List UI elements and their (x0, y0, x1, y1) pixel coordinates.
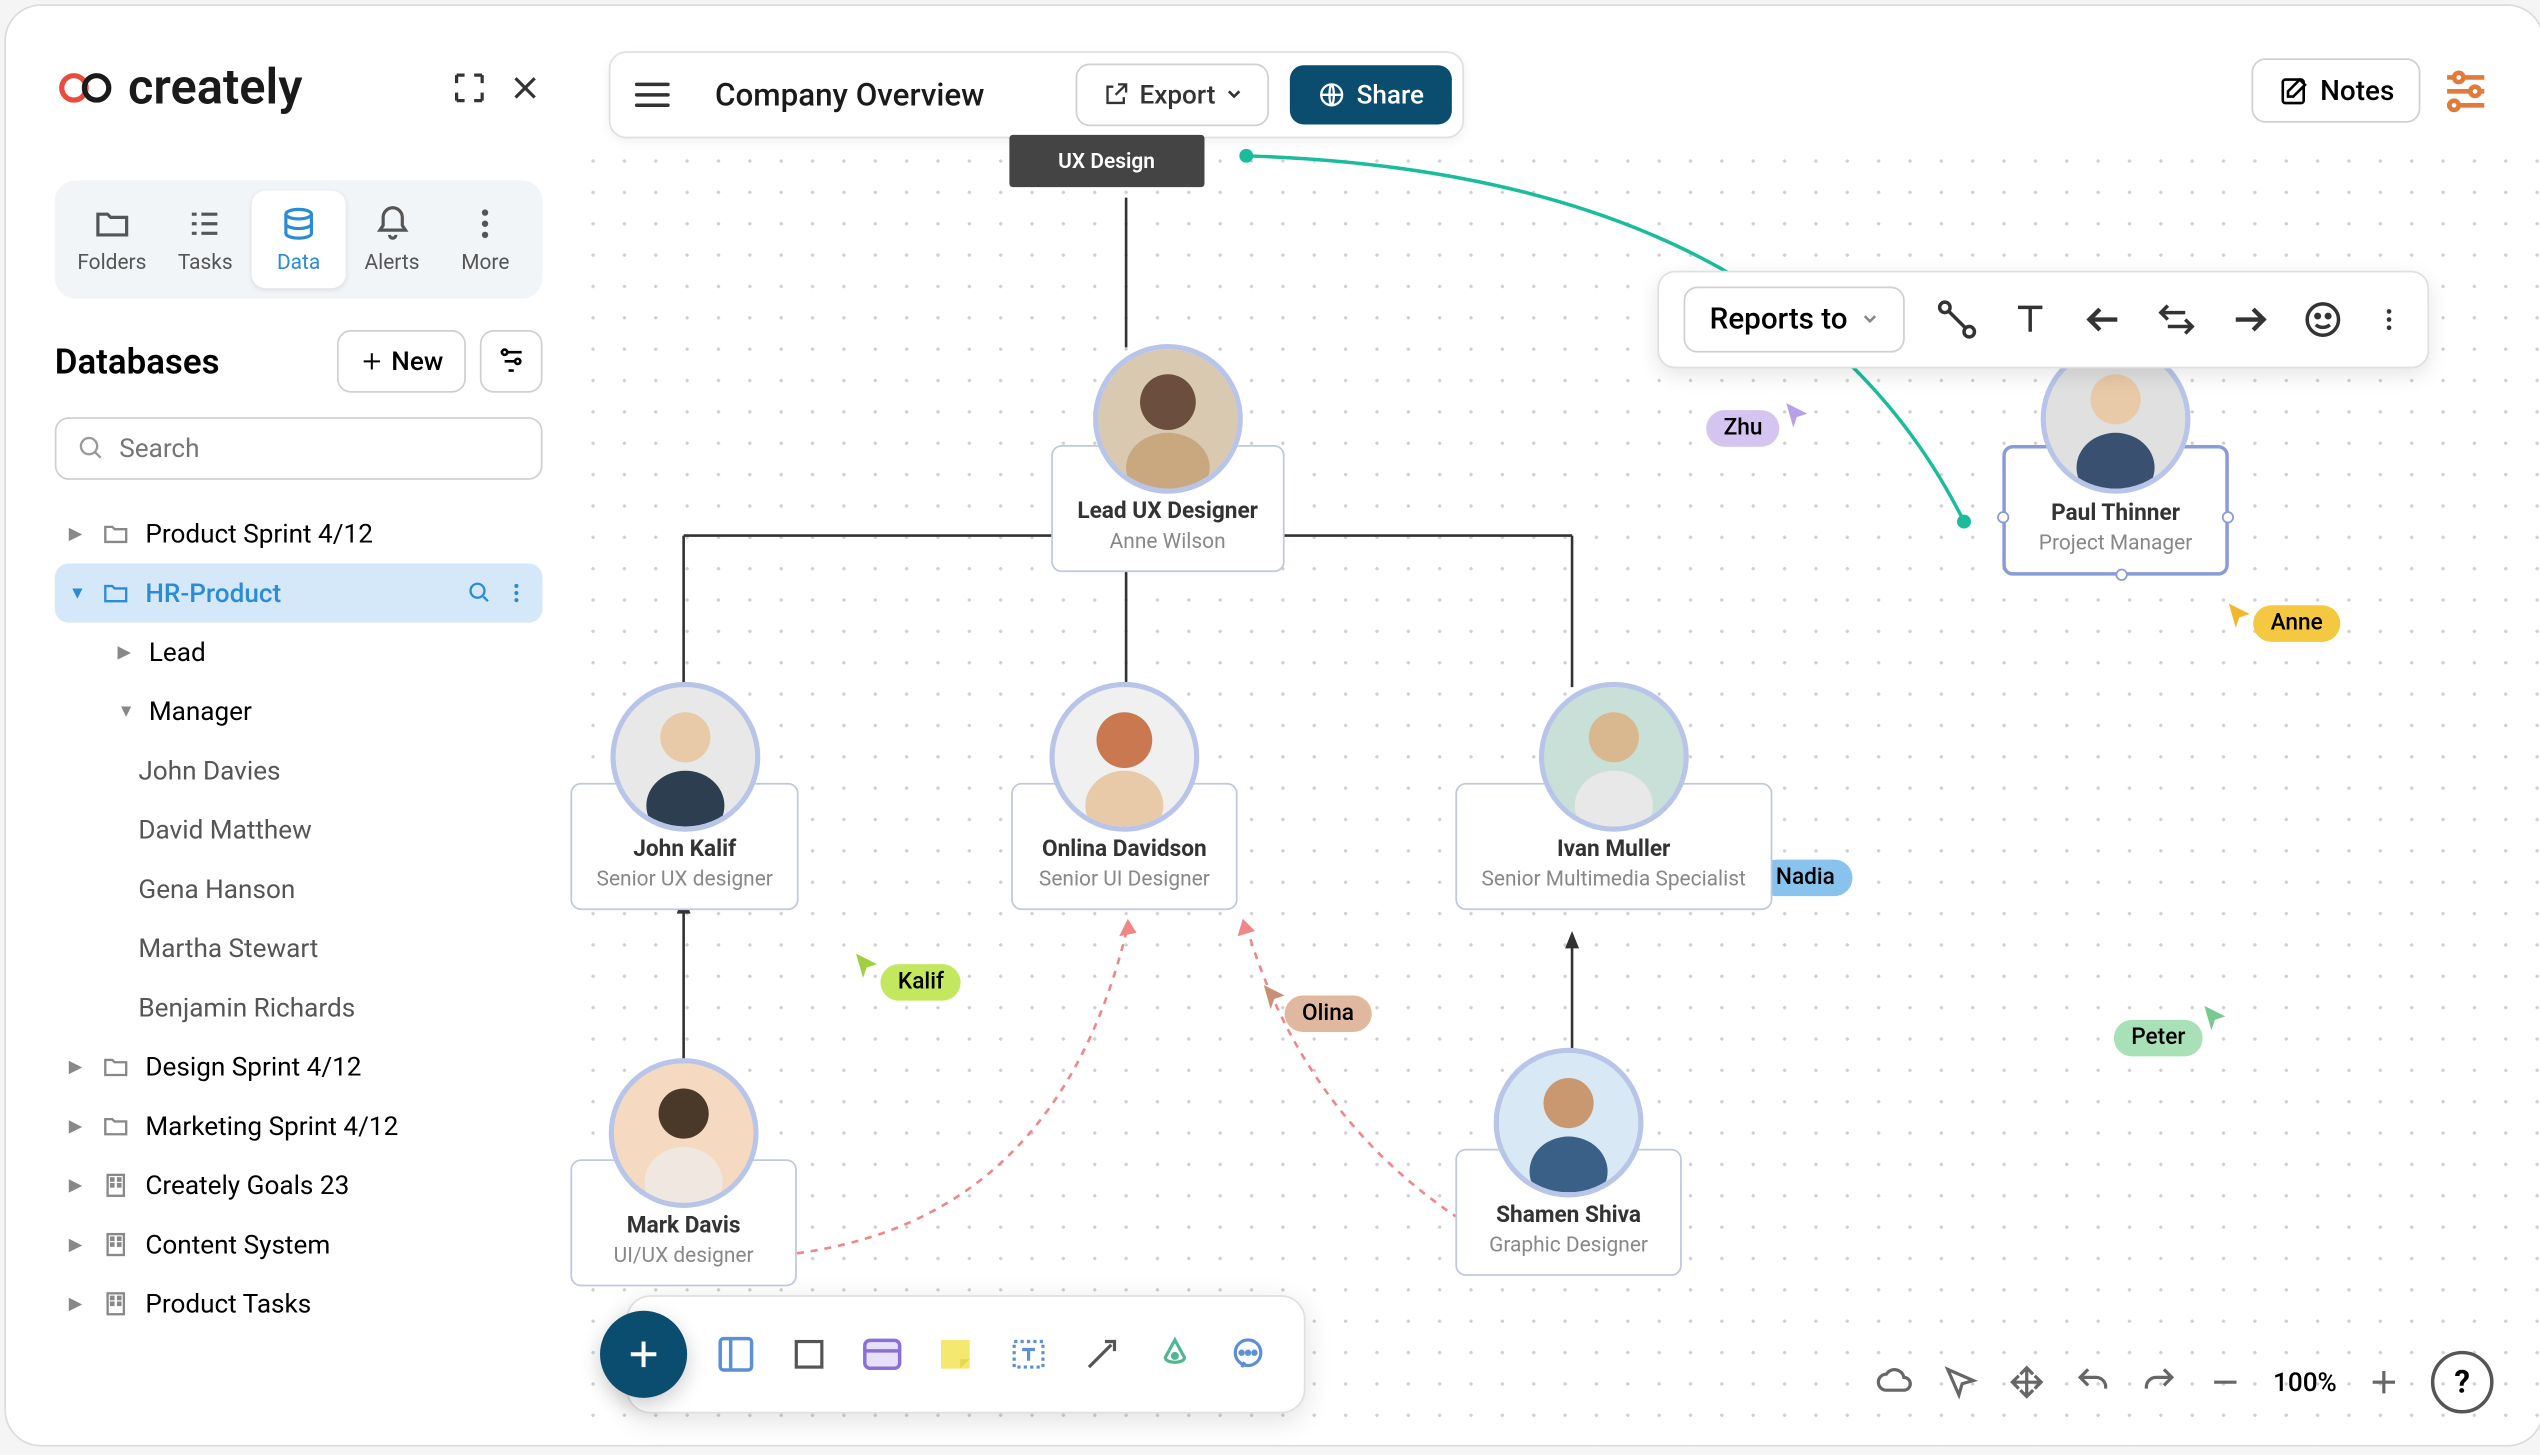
undo-icon[interactable] (2074, 1363, 2112, 1401)
tree-leaf[interactable]: John Davies (55, 741, 543, 800)
cursor-icon (2225, 600, 2256, 631)
text-tool-icon[interactable] (2010, 299, 2052, 341)
comment-tool-icon[interactable] (1224, 1330, 1273, 1379)
tree-item-lead[interactable]: ▶Lead (55, 623, 543, 682)
new-button[interactable]: New (337, 330, 466, 393)
collaborator-tag: Nadia (1758, 860, 1852, 897)
tree-item-content-system[interactable]: ▶Content System (55, 1215, 543, 1274)
search-input[interactable] (55, 417, 543, 480)
zoom-out-icon[interactable] (2207, 1363, 2245, 1401)
connector-toolbar: Reports to (1657, 271, 2429, 369)
sidebar: Folders Tasks Data Alerts More Databases (55, 180, 543, 1333)
arrow-right-icon[interactable] (2229, 299, 2271, 341)
tree-item-manager[interactable]: ▼Manager (55, 682, 543, 741)
more-icon[interactable] (504, 579, 528, 607)
tree-item-hr-product[interactable]: ▼HR-Product (55, 563, 543, 622)
pen-tool-icon[interactable] (1150, 1330, 1199, 1379)
search-icon (77, 435, 105, 463)
collaborator-tag: Zhu (1706, 410, 1780, 447)
redo-icon[interactable] (2141, 1363, 2179, 1401)
brand-logo: creately (58, 58, 302, 115)
more-icon[interactable] (2375, 299, 2403, 341)
relation-select[interactable]: Reports to (1684, 286, 1906, 352)
cloud-icon[interactable] (1876, 1363, 1914, 1401)
search-icon[interactable] (466, 579, 494, 607)
text-tool-icon[interactable] (1004, 1330, 1053, 1379)
line-tool-icon[interactable] (1936, 299, 1978, 341)
tree-item-marketing-sprint[interactable]: ▶Marketing Sprint 4/12 (55, 1096, 543, 1155)
sidebar-tab-more[interactable]: More (439, 191, 532, 289)
card-tool-icon[interactable] (858, 1330, 907, 1379)
sidebar-tab-alerts[interactable]: Alerts (345, 191, 438, 289)
export-button[interactable]: Export (1075, 63, 1269, 126)
cursor-icon[interactable] (1942, 1363, 1980, 1401)
move-icon[interactable] (2008, 1363, 2046, 1401)
collaborator-tag: Anne (2253, 605, 2340, 642)
tree-item-product-sprint[interactable]: ▶Product Sprint 4/12 (55, 504, 543, 563)
collaborator-tag: Olina (1285, 995, 1372, 1032)
org-node-mark[interactable]: Mark DavisUI/UX designer (570, 1058, 796, 1286)
zoom-level[interactable]: 100% (2273, 1367, 2337, 1398)
cursor-icon (853, 950, 884, 981)
cursor-icon (2201, 1002, 2232, 1033)
tree-item-design-sprint[interactable]: ▶Design Sprint 4/12 (55, 1037, 543, 1096)
collaborator-tag: Peter (2114, 1020, 2203, 1057)
tree-item-creately-goals[interactable]: ▶Creately Goals 23 (55, 1156, 543, 1215)
cursor-icon (1783, 400, 1814, 431)
org-node-shamen[interactable]: Shamen ShivaGraphic Designer (1455, 1048, 1681, 1276)
tree-leaf[interactable]: Martha Stewart (55, 919, 543, 978)
arrow-left-icon[interactable] (2083, 299, 2125, 341)
org-node-paul[interactable]: Paul ThinnerProject Manager (2002, 344, 2228, 576)
frame-tool-icon[interactable] (712, 1330, 761, 1379)
tree-leaf[interactable]: Gena Hanson (55, 860, 543, 919)
add-button[interactable] (600, 1311, 687, 1398)
settings-icon[interactable] (2438, 63, 2494, 119)
shape-toolbar (626, 1295, 1305, 1413)
sticky-tool-icon[interactable] (931, 1330, 980, 1379)
zoom-in-icon[interactable] (2365, 1363, 2403, 1401)
tree-item-product-tasks[interactable]: ▶Product Tasks (55, 1274, 543, 1333)
org-node-anne[interactable]: Lead UX DesignerAnne Wilson (1051, 344, 1284, 572)
org-node-onlina[interactable]: Onlina DavidsonSenior UI Designer (1011, 682, 1237, 910)
sidebar-tab-data[interactable]: Data (252, 191, 345, 289)
swap-icon[interactable] (2156, 299, 2198, 341)
sidebar-tab-folders[interactable]: Folders (65, 191, 158, 289)
databases-heading: Databases (55, 340, 220, 382)
tree-leaf[interactable]: David Matthew (55, 800, 543, 859)
fullscreen-icon[interactable] (450, 69, 488, 107)
sidebar-tab-tasks[interactable]: Tasks (159, 191, 252, 289)
tree-leaf[interactable]: Benjamin Richards (55, 978, 543, 1037)
menu-button[interactable] (621, 63, 684, 126)
department-tag[interactable]: UX Design (1009, 135, 1203, 187)
collaborator-tag: Kalif (880, 964, 961, 1001)
close-icon[interactable] (506, 69, 544, 107)
help-button[interactable]: ? (2431, 1351, 2494, 1414)
rect-tool-icon[interactable] (785, 1330, 834, 1379)
notes-button[interactable]: Notes (2252, 58, 2420, 122)
style-icon[interactable] (2302, 299, 2344, 341)
org-node-ivan[interactable]: Ivan MullerSenior Multimedia Specialist (1455, 682, 1772, 910)
share-button[interactable]: Share (1290, 65, 1451, 124)
org-node-john[interactable]: John KalifSenior UX designer (570, 682, 799, 910)
document-title[interactable]: Company Overview (705, 77, 1055, 114)
connector-tool-icon[interactable] (1077, 1330, 1126, 1379)
filter-button[interactable] (480, 330, 543, 393)
